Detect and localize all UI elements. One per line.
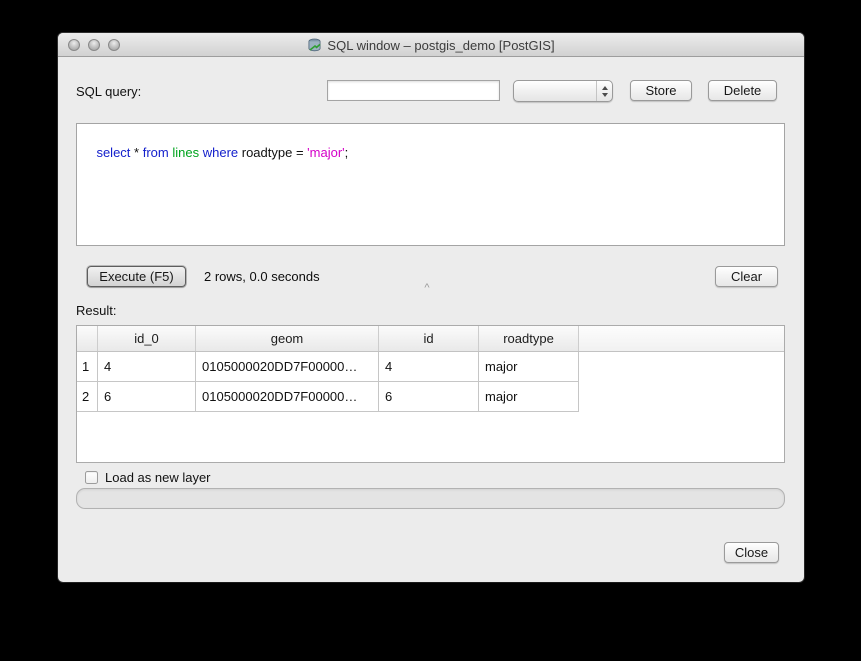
- zoom-window-icon[interactable]: [108, 39, 120, 51]
- query-status-text: 2 rows, 0.0 seconds: [204, 266, 320, 287]
- load-as-new-layer-row: Load as new layer: [85, 469, 211, 485]
- cell-id[interactable]: 4: [379, 352, 479, 381]
- traffic-lights: [68, 39, 120, 51]
- column-header-roadtype[interactable]: roadtype: [479, 326, 579, 351]
- splitter-handle-icon[interactable]: ^: [420, 283, 434, 293]
- sql-window-icon: [307, 38, 322, 53]
- corner-header: [77, 326, 98, 351]
- result-table: id_0 geom id roadtype 1 4 0105000020DD7F…: [76, 325, 785, 463]
- cell-roadtype[interactable]: major: [479, 352, 579, 381]
- sql-token: lines: [172, 145, 199, 160]
- sql-window: SQL window – postgis_demo [PostGIS] SQL …: [58, 33, 804, 582]
- close-window-icon[interactable]: [68, 39, 80, 51]
- result-table-header: id_0 geom id roadtype: [77, 326, 784, 352]
- dropdown-stepper-icon: [596, 81, 612, 101]
- delete-button[interactable]: Delete: [708, 80, 777, 101]
- cell-geom[interactable]: 0105000020DD7F00000…: [196, 382, 379, 411]
- title-area: SQL window – postgis_demo [PostGIS]: [58, 33, 804, 57]
- column-header-id0[interactable]: id_0: [98, 326, 196, 351]
- row-number-cell[interactable]: 1: [77, 352, 98, 381]
- cell-id0[interactable]: 6: [98, 382, 196, 411]
- column-header-id[interactable]: id: [379, 326, 479, 351]
- clear-button[interactable]: Clear: [715, 266, 778, 287]
- cell-id[interactable]: 6: [379, 382, 479, 411]
- sql-statement: select * from lines where roadtype = 'ma…: [96, 145, 348, 160]
- minimize-window-icon[interactable]: [88, 39, 100, 51]
- query-name-input[interactable]: [327, 80, 500, 101]
- load-as-new-layer-label: Load as new layer: [105, 470, 211, 485]
- load-as-new-layer-checkbox[interactable]: [85, 471, 98, 484]
- stored-query-dropdown[interactable]: [513, 80, 613, 102]
- close-button[interactable]: Close: [724, 542, 779, 563]
- sql-token: *: [130, 145, 142, 160]
- sql-token: ;: [345, 145, 349, 160]
- window-title: SQL window – postgis_demo [PostGIS]: [327, 38, 554, 53]
- store-button[interactable]: Store: [630, 80, 692, 101]
- cell-geom[interactable]: 0105000020DD7F00000…: [196, 352, 379, 381]
- cell-id0[interactable]: 4: [98, 352, 196, 381]
- cell-roadtype[interactable]: major: [479, 382, 579, 411]
- sql-token: select: [96, 145, 130, 160]
- titlebar[interactable]: SQL window – postgis_demo [PostGIS]: [58, 33, 804, 57]
- sql-query-label: SQL query:: [76, 84, 141, 99]
- sql-token: 'major': [307, 145, 344, 160]
- header-filler: [579, 326, 784, 351]
- sql-editor[interactable]: select * from lines where roadtype = 'ma…: [76, 123, 785, 246]
- table-row[interactable]: 2 6 0105000020DD7F00000… 6 major: [77, 382, 579, 412]
- sql-token: where: [203, 145, 238, 160]
- row-number-cell[interactable]: 2: [77, 382, 98, 411]
- layer-name-field: [76, 488, 785, 509]
- execute-button[interactable]: Execute (F5): [87, 266, 186, 287]
- result-label: Result:: [76, 303, 116, 318]
- table-row[interactable]: 1 4 0105000020DD7F00000… 4 major: [77, 352, 579, 382]
- sql-token: roadtype =: [238, 145, 307, 160]
- sql-token: from: [143, 145, 169, 160]
- column-header-geom[interactable]: geom: [196, 326, 379, 351]
